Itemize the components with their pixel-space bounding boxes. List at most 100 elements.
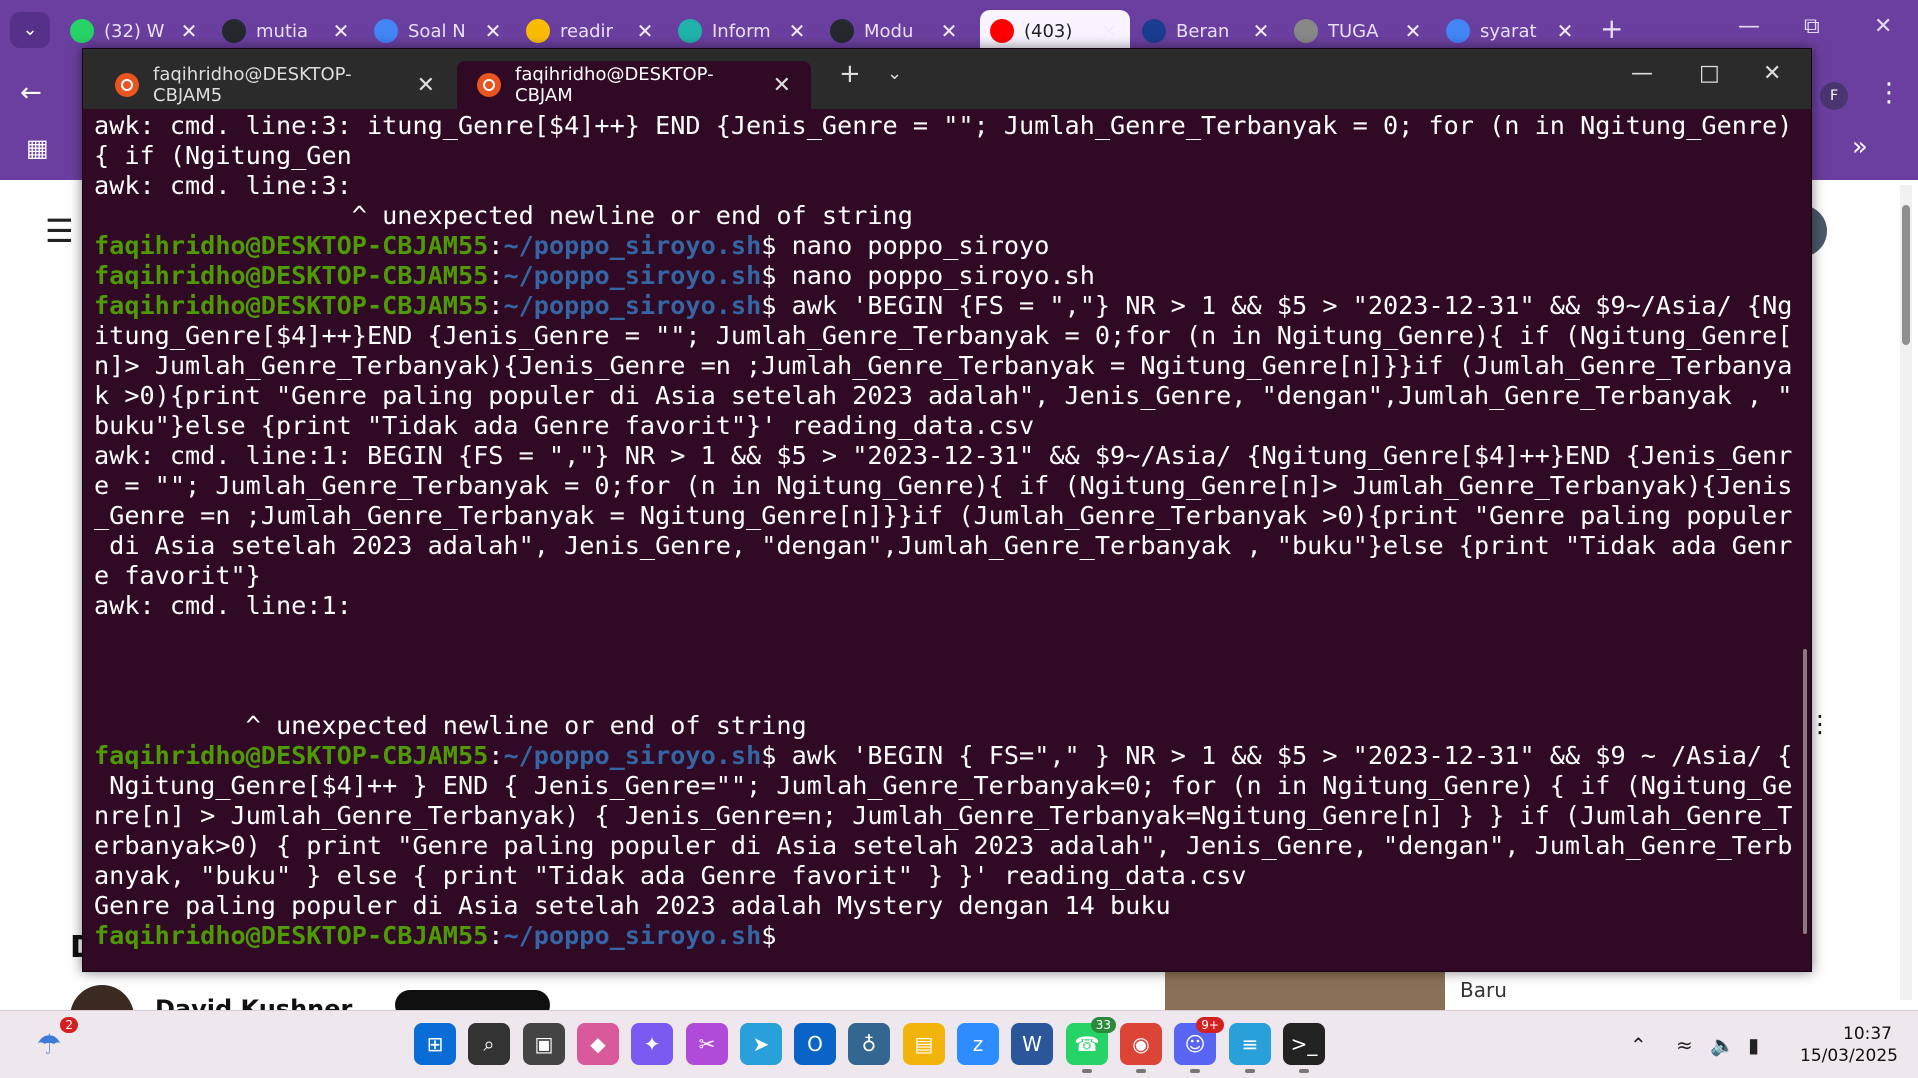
zoom-icon[interactable]: z (957, 1023, 999, 1065)
close-tab-icon[interactable]: ✕ (1554, 19, 1576, 43)
browser-tab-label: syarat (1480, 20, 1537, 42)
browser-tab[interactable]: (403) ✕ (980, 10, 1130, 52)
browser-tab[interactable]: readir ✕ (516, 10, 666, 52)
file-explorer-icon[interactable]: ▤ (903, 1023, 945, 1065)
close-tab-icon[interactable]: ✕ (482, 19, 504, 43)
close-tab-icon[interactable]: ✕ (786, 19, 808, 43)
docs-icon (374, 19, 398, 43)
profile-avatar[interactable]: F (1820, 82, 1848, 110)
browser-tab-label: readir (560, 20, 613, 42)
globe-icon (1294, 19, 1318, 43)
close-tab-icon[interactable]: ✕ (1250, 19, 1272, 43)
outlook-icon[interactable]: O (794, 1023, 836, 1065)
prompt-path: ~/poppo_siroyo.sh (503, 291, 762, 320)
prompt-user-host: faqihridho@DESKTOP-CBJAM55 (94, 921, 489, 950)
browser-tab[interactable]: Modu ✕ (820, 10, 970, 52)
youtube-icon (990, 19, 1014, 43)
terminal-window[interactable]: faqihridho@DESKTOP-CBJAM5 ✕ faqihridho@D… (82, 48, 1812, 972)
close-tab-icon[interactable]: ✕ (330, 19, 352, 43)
browser-tab[interactable]: Soal N ✕ (364, 10, 514, 52)
terminal-prompt-line: faqihridho@DESKTOP-CBJAM55:~/poppo_siroy… (94, 741, 1792, 771)
hamburger-menu-icon[interactable]: ☰ (45, 212, 74, 250)
github-icon (222, 19, 246, 43)
close-tab-icon[interactable]: ✕ (1402, 19, 1424, 43)
prompt-path: ~/poppo_siroyo.sh (503, 741, 762, 770)
running-indicator (1136, 1069, 1146, 1073)
terminal-tab-2[interactable]: faqihridho@DESKTOP-CBJAM ✕ (457, 61, 811, 109)
apps-grid-icon[interactable]: ▦ (26, 134, 49, 162)
terminal-scrollbar[interactable] (1803, 649, 1807, 934)
terminal-close-icon[interactable]: ✕ (1763, 61, 1781, 86)
close-tab-icon[interactable]: ✕ (938, 19, 960, 43)
prompt-command: $ (761, 921, 792, 950)
prompt-path: ~/poppo_siroyo.sh (503, 231, 762, 260)
tray-chevron-up-icon[interactable]: ⌃ (1630, 1033, 1647, 1057)
word-icon[interactable]: W (1011, 1023, 1053, 1065)
clock[interactable]: 10:37 15/03/2025 (1800, 1023, 1898, 1067)
new-tab-button[interactable]: + (1600, 12, 1623, 45)
video-thumbnail[interactable] (1165, 972, 1445, 1012)
search-icon[interactable]: ⌕ (468, 1023, 510, 1065)
terminal-prompt-line: faqihridho@DESKTOP-CBJAM55:~/poppo_siroy… (94, 261, 1784, 291)
terminal-minimize-icon[interactable]: — (1631, 61, 1653, 86)
close-tab-icon[interactable]: ✕ (773, 73, 791, 98)
close-tab-icon[interactable]: ✕ (1098, 19, 1120, 43)
close-tab-icon[interactable]: ✕ (634, 19, 656, 43)
terminal-output-line: Ngitung_Genre[$4]++ } END { Jenis_Genre=… (94, 771, 1793, 800)
chevron-down-icon[interactable]: ⌄ (887, 63, 902, 84)
browser-tab[interactable]: (32) W ✕ (60, 10, 210, 52)
browser-tab[interactable]: mutia ✕ (212, 10, 362, 52)
terminal-output[interactable]: awk: cmd. line:3: itung_Genre[$4]++} END… (94, 111, 1793, 951)
browser-tab[interactable]: syarat ✕ (1436, 10, 1586, 52)
minimize-icon[interactable]: — (1738, 14, 1760, 39)
terminal-output-line: nre[n] > Jumlah_Genre_Terbanyak) { Jenis… (94, 801, 1793, 830)
wifi-icon[interactable]: ≈ (1676, 1033, 1693, 1057)
telegram-icon[interactable]: ➤ (740, 1023, 782, 1065)
close-tab-icon[interactable]: ✕ (178, 19, 200, 43)
ubuntu-icon (477, 73, 501, 97)
prompt-user-host: faqihridho@DESKTOP-CBJAM55 (94, 231, 489, 260)
battery-icon[interactable]: ▮ (1748, 1033, 1759, 1057)
terminal-output-line: e = ""; Jumlah_Genre_Terbanyak = 0;for (… (94, 471, 1793, 500)
browser-tab[interactable]: Beran ✕ (1132, 10, 1282, 52)
snipping-icon[interactable]: ✂ (686, 1023, 728, 1065)
back-arrow-icon[interactable]: ← (20, 78, 42, 108)
discord-icon[interactable]: ☺ 9+ (1174, 1017, 1224, 1073)
browser-tab-label: (32) W (104, 20, 165, 42)
prompt-path: ~/poppo_siroyo.sh (503, 921, 762, 950)
drive-icon (526, 19, 550, 43)
prompt-separator: : (488, 261, 504, 290)
paint-icon[interactable]: ◆ (577, 1023, 619, 1065)
whatsapp-icon[interactable]: ☎ 33 (1066, 1017, 1116, 1073)
restore-icon[interactable]: ⧉ (1804, 14, 1820, 39)
chevron-double-right-icon[interactable]: » (1852, 132, 1868, 162)
browser-tab[interactable]: TUGA ✕ (1284, 10, 1434, 52)
terminal-output-line: awk: cmd. line:1: (94, 591, 352, 620)
terminal-output-line: e favorit"} (94, 561, 261, 590)
close-tab-icon[interactable]: ✕ (417, 73, 435, 98)
weather-widget-icon[interactable]: ☂ 2 (28, 1017, 78, 1065)
browser-tab-label: (403) (1024, 20, 1073, 42)
postgres-icon[interactable]: ♁ (848, 1023, 890, 1065)
discord-badge: 9+ (1196, 1017, 1224, 1033)
notepad-icon[interactable]: ≡ (1229, 1023, 1271, 1073)
copilot-icon[interactable]: ✦ (631, 1023, 673, 1065)
browser-tab[interactable]: Inform ✕ (668, 10, 818, 52)
clock-time: 10:37 (1843, 1024, 1892, 1044)
new-terminal-tab-button[interactable]: + (839, 59, 861, 89)
tab-search-button[interactable]: ⌄ (10, 12, 50, 48)
chrome-icon[interactable]: ◉ (1120, 1023, 1162, 1073)
start-icon[interactable]: ⊞ (414, 1023, 456, 1065)
terminal-tab-1[interactable]: faqihridho@DESKTOP-CBJAM5 ✕ (95, 61, 455, 109)
its-icon (1142, 19, 1166, 43)
close-window-icon[interactable]: ✕ (1874, 14, 1892, 39)
task-view-icon[interactable]: ▣ (523, 1023, 565, 1065)
prompt-separator: : (488, 231, 504, 260)
terminal-maximize-icon[interactable]: □ (1699, 61, 1720, 86)
menu-dots-icon[interactable]: ⋮ (1876, 78, 1902, 108)
terminal-icon[interactable]: >_ (1283, 1023, 1325, 1073)
page-scrollbar[interactable] (1900, 185, 1912, 1000)
volume-icon[interactable]: 🔈 (1710, 1033, 1735, 1057)
